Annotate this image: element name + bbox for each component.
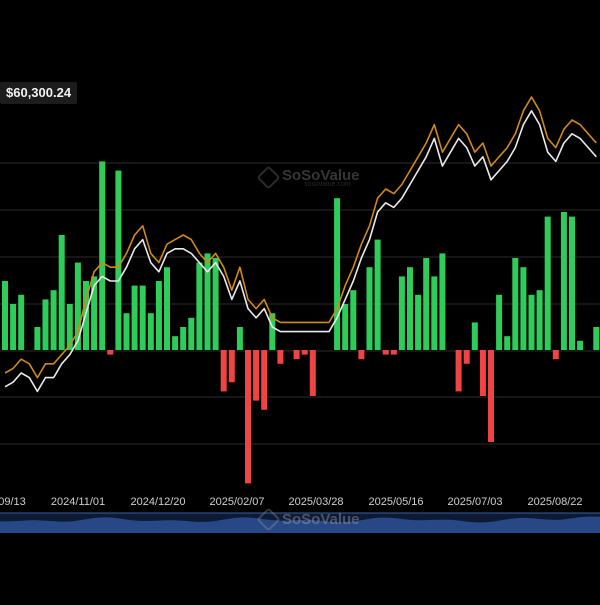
x-axis: 09/13 2024/11/01 2024/12/20 2025/02/07 2025/… [0, 496, 583, 508]
flow-bar[interactable] [528, 294, 535, 350]
flow-bar[interactable] [253, 350, 260, 401]
flow-bar[interactable] [382, 350, 389, 355]
flow-bar[interactable] [34, 327, 41, 350]
flow-bar[interactable] [212, 258, 219, 350]
flow-bar[interactable] [18, 294, 25, 350]
etf-flow-chart: 09/13 2024/11/01 2024/12/20 2025/02/07 2025/… [0, 0, 600, 600]
flow-bar[interactable] [147, 313, 154, 350]
grid [0, 162, 600, 445]
chart-svg: 09/13 2024/11/01 2024/12/20 2025/02/07 2025/… [0, 96, 600, 533]
flow-bar[interactable] [569, 216, 575, 350]
flow-bar[interactable] [536, 290, 543, 350]
flow-bar[interactable] [342, 304, 349, 350]
flow-bar[interactable] [164, 267, 170, 350]
x-tick-label: 09/13 [0, 496, 26, 508]
flow-bar[interactable] [488, 350, 494, 442]
flow-bar[interactable] [496, 294, 503, 350]
flow-bar[interactable] [560, 212, 567, 350]
flow-bar[interactable] [374, 239, 381, 350]
flow-bar[interactable] [455, 350, 462, 392]
flow-bar[interactable] [301, 350, 308, 355]
flow-bar[interactable] [99, 161, 106, 350]
flow-bar[interactable] [2, 281, 8, 350]
flow-bar[interactable] [439, 253, 446, 350]
flow-bar[interactable] [10, 304, 17, 350]
flow-bar[interactable] [155, 281, 162, 350]
flow-bar[interactable] [245, 350, 251, 484]
flow-bar[interactable] [236, 327, 243, 350]
flow-bar[interactable] [309, 350, 316, 396]
x-tick-label: 2024/12/20 [130, 496, 185, 508]
flow-bar[interactable] [228, 350, 235, 383]
x-tick-label: 2025/02/07 [209, 496, 264, 508]
sosovalue-logo-icon [256, 165, 281, 190]
flow-bar[interactable] [471, 322, 478, 350]
flow-bar[interactable] [42, 299, 49, 350]
flow-bar[interactable] [131, 285, 138, 350]
flow-bar[interactable] [277, 350, 284, 364]
flow-bar[interactable] [172, 336, 179, 350]
flow-bar[interactable] [520, 267, 527, 350]
flow-bar[interactable] [479, 350, 486, 396]
sosovalue-logo-icon [256, 507, 281, 532]
flow-bar[interactable] [50, 290, 57, 350]
flow-bar[interactable] [261, 350, 268, 410]
flow-bar[interactable] [390, 350, 397, 355]
flow-bar[interactable] [334, 198, 341, 350]
flow-bar[interactable] [58, 235, 65, 350]
flow-bar[interactable] [180, 327, 187, 350]
flow-bar[interactable] [204, 253, 211, 350]
flow-bar[interactable] [115, 170, 122, 350]
flow-bar[interactable] [74, 262, 81, 350]
x-tick-label: 2025/07/03 [447, 496, 502, 508]
x-tick-label: 2025/03/28 [288, 496, 343, 508]
watermark-logo: SoSoValue sosovalue.com [256, 165, 360, 190]
flow-bar[interactable] [504, 336, 511, 350]
flow-bar[interactable] [220, 350, 227, 392]
x-tick-label: 2025/08/22 [527, 496, 582, 508]
flow-bar[interactable] [407, 267, 413, 350]
flow-bar[interactable] [188, 317, 195, 350]
flow-bar[interactable] [415, 294, 422, 350]
flow-bar[interactable] [196, 262, 203, 350]
flow-bar[interactable] [577, 340, 584, 350]
flow-bar[interactable] [358, 350, 365, 360]
flow-bar[interactable] [552, 350, 559, 360]
flow-bar[interactable] [398, 276, 405, 350]
flow-bar[interactable] [366, 267, 373, 350]
flow-bar[interactable] [123, 313, 130, 350]
flow-bar[interactable] [544, 216, 551, 350]
price-label: $60,300.24 [0, 82, 78, 104]
navigator-watermark: SoSoValue [256, 507, 360, 532]
flow-bar[interactable] [139, 285, 146, 350]
flow-bar[interactable] [423, 258, 430, 350]
flow-bar[interactable] [293, 350, 300, 360]
x-tick-label: 2025/05/16 [368, 496, 423, 508]
flow-bar[interactable] [463, 350, 470, 364]
flow-bar[interactable] [593, 327, 600, 350]
watermark-sub: sosovalue.com [304, 181, 351, 188]
flow-bar[interactable] [431, 276, 438, 350]
flow-bar[interactable] [512, 258, 519, 350]
flow-bar[interactable] [107, 350, 114, 355]
navigator-watermark-brand: SoSoValue [282, 511, 360, 528]
x-tick-label: 2024/11/01 [51, 496, 105, 508]
flow-bar[interactable] [350, 290, 357, 350]
